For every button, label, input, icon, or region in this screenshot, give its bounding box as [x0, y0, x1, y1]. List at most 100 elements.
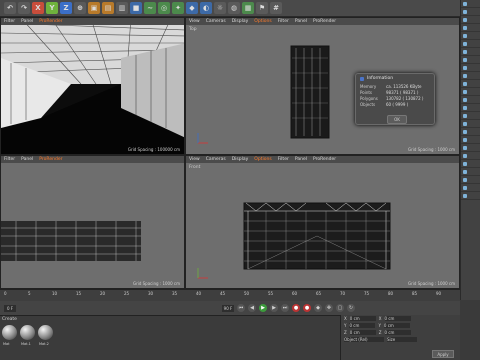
end-frame-field[interactable]: 90 F [222, 304, 234, 312]
rotate-key-icon[interactable]: ↻ [347, 304, 355, 312]
ok-button[interactable]: OK [387, 115, 407, 124]
object-row[interactable] [461, 8, 480, 16]
material-manager[interactable]: Create Mat Mat.1 Mat.2 [0, 315, 340, 360]
size-x-field[interactable]: 0 cm [384, 316, 411, 321]
menu-prorender[interactable]: ProRender [39, 19, 62, 24]
object-icon [463, 73, 467, 78]
material-swatch[interactable] [2, 325, 17, 340]
object-row[interactable] [461, 128, 480, 136]
object-row[interactable] [461, 80, 480, 88]
timeline-tick: 40 [196, 291, 202, 296]
position-y-field[interactable]: 0 cm [349, 323, 376, 328]
y-axis-button[interactable]: Y [46, 2, 58, 14]
object-icon [463, 177, 467, 182]
deformer-icon[interactable]: ◆ [186, 2, 198, 14]
array-icon[interactable]: ✦ [172, 2, 184, 14]
keyframe-icon[interactable]: ◆ [314, 304, 322, 312]
position-z-field[interactable]: 0 cm [349, 330, 376, 335]
camera-icon[interactable]: ◐ [200, 2, 212, 14]
object-row[interactable] [461, 152, 480, 160]
grid-icon[interactable]: # [270, 2, 282, 14]
info-icon [360, 76, 364, 81]
material-swatch[interactable] [20, 325, 35, 340]
timeline-tick: 50 [244, 291, 250, 296]
menu-panel[interactable]: Panel [21, 19, 33, 24]
timeline-tick: 5 [28, 291, 31, 296]
edit-render-icon[interactable]: ▥ [116, 2, 128, 14]
object-row[interactable] [461, 112, 480, 120]
redo-icon[interactable]: ↷ [18, 2, 30, 14]
autokey-icon[interactable]: ● [303, 304, 311, 312]
object-row[interactable] [461, 64, 480, 72]
go-start-icon[interactable]: ⏮ [237, 304, 245, 312]
object-row[interactable] [461, 184, 480, 192]
front-wireframe [197, 202, 391, 279]
snap-icon[interactable]: ◍ [228, 2, 240, 14]
light-icon[interactable]: ☼ [214, 2, 226, 14]
object-icon [463, 193, 467, 198]
material-menu-create[interactable]: Create [2, 317, 17, 322]
object-icon [463, 185, 467, 190]
object-row[interactable] [461, 32, 480, 40]
size-mode-dropdown[interactable]: Size [387, 337, 417, 342]
move-key-icon[interactable]: ✥ [325, 304, 333, 312]
position-x-field[interactable]: 0 cm [349, 316, 376, 321]
tag-icon[interactable]: ⚑ [256, 2, 268, 14]
material-swatch[interactable] [38, 325, 53, 340]
timeline-tick: 55 [268, 291, 274, 296]
object-icon [463, 161, 467, 166]
render-view-icon[interactable]: ▣ [88, 2, 100, 14]
step-forward-icon[interactable]: ▶ [270, 304, 278, 312]
perspective-viewport[interactable]: Filter Panel ProRender Grid Spacing : 10… [0, 17, 185, 155]
object-row[interactable] [461, 40, 480, 48]
object-row[interactable] [461, 24, 480, 32]
object-row[interactable] [461, 104, 480, 112]
scale-key-icon[interactable]: ▢ [336, 304, 344, 312]
go-end-icon[interactable]: ⏭ [281, 304, 289, 312]
object-icon [463, 169, 467, 174]
spline-icon[interactable]: ~ [144, 2, 156, 14]
dialog-title-bar: Information [356, 74, 434, 83]
undo-icon[interactable]: ↶ [4, 2, 16, 14]
timeline-ruler[interactable]: 0 5 10 15 20 25 30 35 40 45 50 55 60 65 … [0, 289, 460, 301]
object-row[interactable] [461, 72, 480, 80]
timeline-tick: 15 [76, 291, 82, 296]
object-row[interactable] [461, 176, 480, 184]
workplane-icon[interactable]: ▦ [242, 2, 254, 14]
grid-spacing-label: Grid Spacing : 1000 cm [407, 281, 455, 286]
play-icon[interactable]: ▶ [259, 304, 267, 312]
size-y-field[interactable]: 0 cm [383, 323, 410, 328]
object-row[interactable] [461, 136, 480, 144]
nurbs-icon[interactable]: ◎ [158, 2, 170, 14]
record-icon[interactable]: ● [292, 304, 300, 312]
grid-spacing-label: Grid Spacing : 1000 cm [407, 147, 455, 152]
menu-filter[interactable]: Filter [4, 19, 15, 24]
object-row[interactable] [461, 120, 480, 128]
z-axis-button[interactable]: Z [60, 2, 72, 14]
step-back-icon[interactable]: ◀ [248, 304, 256, 312]
object-row[interactable] [461, 96, 480, 104]
transport-bar: 0 F 90 F ⏮ ◀ ▶ ▶ ⏭ ● ● ◆ ✥ ▢ ↻ [0, 301, 460, 315]
object-icon [463, 145, 467, 150]
size-z-field[interactable]: 0 cm [384, 330, 411, 335]
cube-icon[interactable]: ■ [130, 2, 142, 14]
current-frame-field[interactable]: 0 F [4, 304, 16, 312]
object-row[interactable] [461, 144, 480, 152]
right-viewport[interactable]: Filter Panel ProRender Grid Spacing : 10… [0, 155, 185, 289]
world-icon[interactable]: ⊕ [74, 2, 86, 14]
object-row[interactable] [461, 16, 480, 24]
object-row[interactable] [461, 56, 480, 64]
apply-button[interactable]: Apply [432, 350, 454, 358]
perspective-menu: Filter Panel ProRender [1, 18, 184, 25]
object-row[interactable] [461, 168, 480, 176]
object-row[interactable] [461, 0, 480, 8]
coord-mode-dropdown[interactable]: Object (Rel) [344, 337, 384, 342]
render-icon[interactable]: ▤ [102, 2, 114, 14]
front-viewport[interactable]: View Cameras Display Options Filter Pane… [185, 155, 460, 289]
object-row[interactable] [461, 192, 480, 200]
object-row[interactable] [461, 160, 480, 168]
object-row[interactable] [461, 48, 480, 56]
object-row[interactable] [461, 88, 480, 96]
x-axis-button[interactable]: X [32, 2, 44, 14]
object-manager-panel[interactable] [460, 0, 480, 300]
